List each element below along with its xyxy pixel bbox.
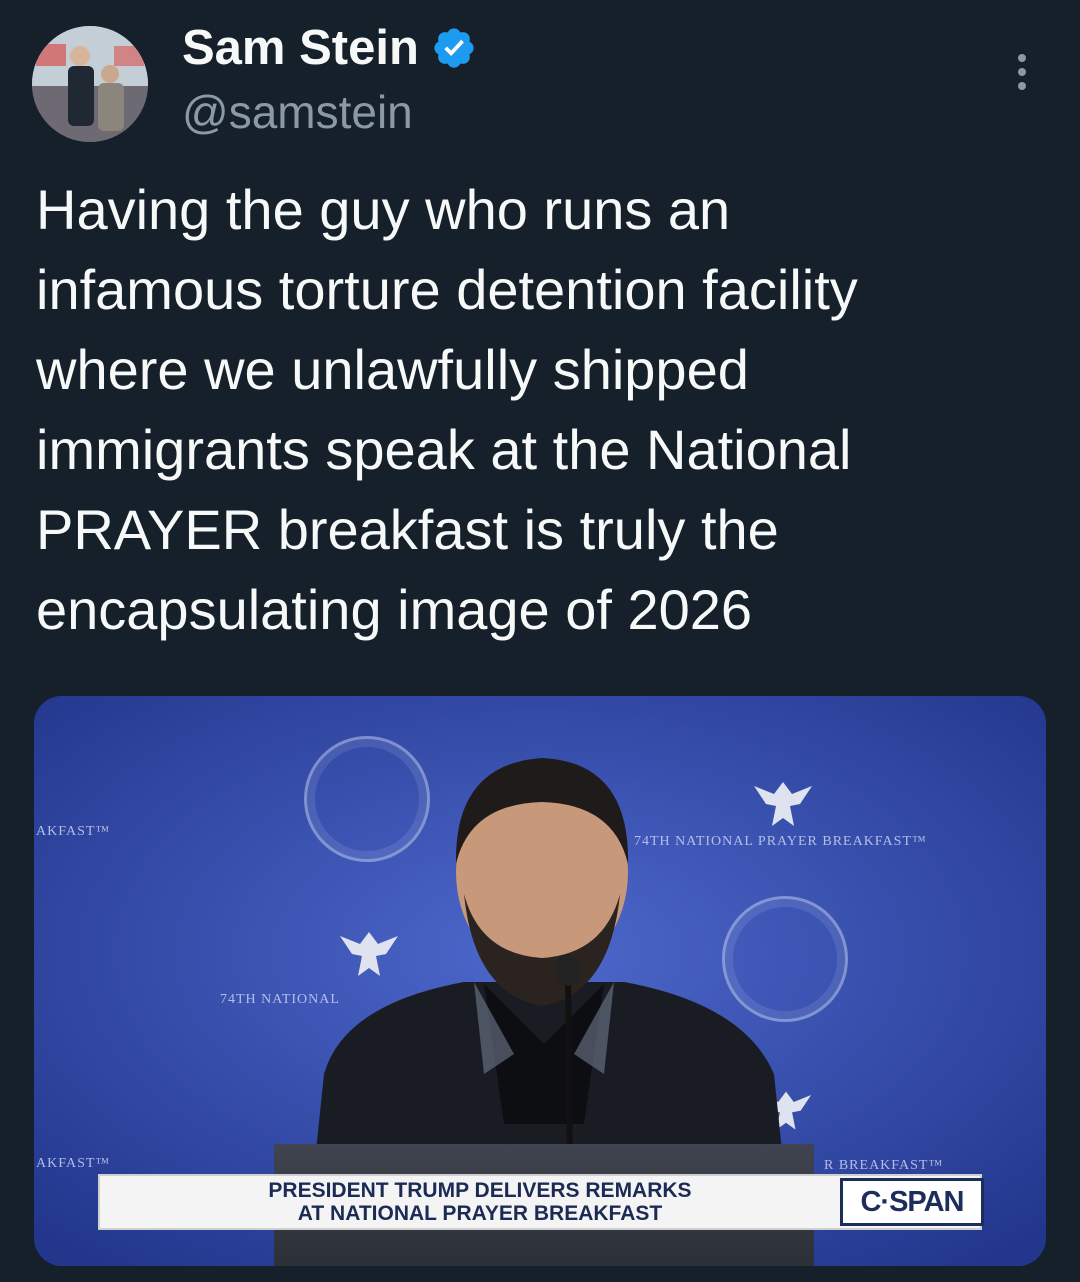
news-lower-third: PRESIDENT TRUMP DELIVERS REMARKS AT NATI… [98, 1174, 984, 1230]
backdrop-text: R BREAKFAST™ [824, 1158, 944, 1173]
more-options-icon[interactable] [1000, 50, 1044, 94]
author-avatar[interactable] [32, 26, 148, 142]
backdrop-text: AKFAST™ [36, 824, 111, 839]
cspan-logo: C·SPAN [840, 1178, 984, 1226]
verified-badge-icon [434, 28, 474, 68]
author-display-name[interactable]: Sam Stein [182, 20, 419, 76]
avatar-photo [32, 26, 148, 142]
tweet-text: Having the guy who runs an infamous tort… [36, 178, 858, 641]
author-name-row[interactable]: Sam Stein [182, 20, 477, 76]
news-caption: PRESIDENT TRUMP DELIVERS REMARKS AT NATI… [268, 1179, 692, 1225]
author-handle[interactable]: @samstein [182, 84, 413, 140]
backdrop-text: AKFAST™ [36, 1156, 111, 1171]
tweet-media[interactable]: 74TH NATIONAL PRAYER BREAKFAST™ AKFAST™ … [34, 696, 1046, 1266]
